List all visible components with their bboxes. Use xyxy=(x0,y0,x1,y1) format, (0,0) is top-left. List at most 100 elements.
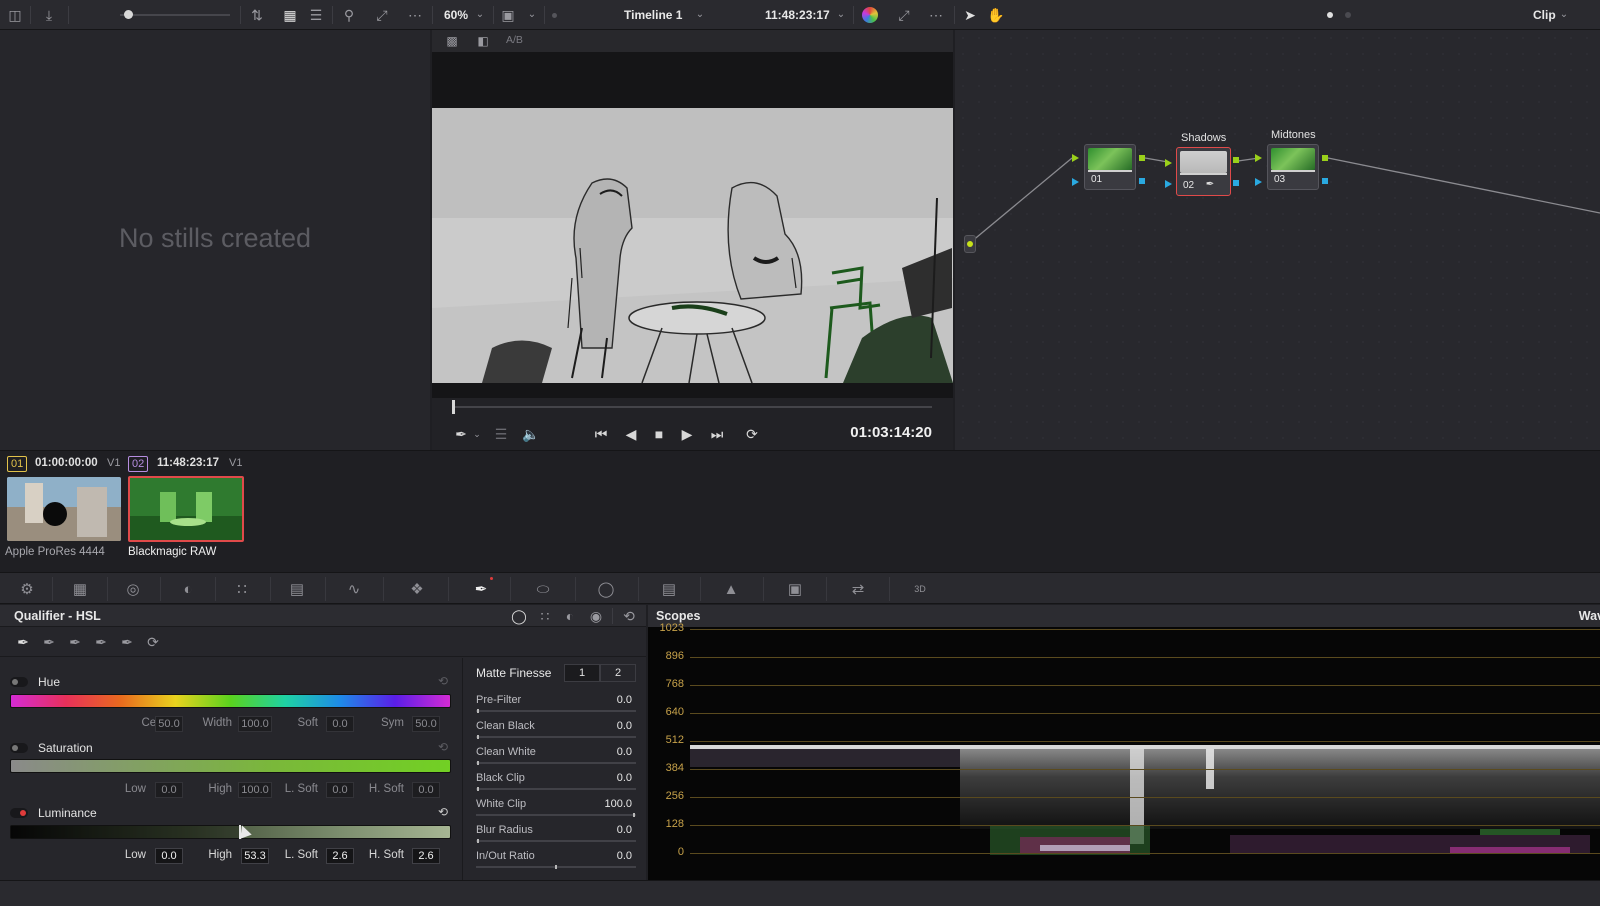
saturation-toggle[interactable] xyxy=(10,743,28,753)
rgb-mode-icon[interactable]: ∷ xyxy=(537,608,553,624)
node-key-output-port[interactable] xyxy=(1322,178,1328,184)
more-options-icon[interactable]: ⋯ xyxy=(926,7,946,23)
sat-lsoft-value[interactable]: 0.0 xyxy=(326,782,354,798)
mf-value[interactable]: 0.0 xyxy=(617,824,632,836)
node-output-port[interactable] xyxy=(1322,155,1328,161)
playhead[interactable] xyxy=(452,400,455,414)
node-key-output-port[interactable] xyxy=(1233,180,1239,186)
sort-icon[interactable]: ⇅ xyxy=(248,7,266,23)
stop-icon[interactable]: ■ xyxy=(650,425,668,443)
mf-slider[interactable] xyxy=(476,735,636,739)
invert-icon[interactable]: ⟳ xyxy=(144,633,162,651)
mf-slider[interactable] xyxy=(476,865,636,869)
node-source-input[interactable] xyxy=(964,235,976,253)
mf-slider[interactable] xyxy=(476,839,636,843)
hue-sym-value[interactable]: 50.0 xyxy=(412,716,440,732)
viewer-image[interactable] xyxy=(432,108,953,383)
key-icon[interactable]: ▣ xyxy=(780,579,810,599)
chevron-down-icon[interactable]: ⌄ xyxy=(835,8,847,22)
lum-high-value[interactable]: 53.3 xyxy=(241,848,269,864)
window-icon[interactable]: ⬭ xyxy=(528,579,558,599)
mf-slider[interactable] xyxy=(476,709,636,713)
lum-low-value[interactable]: 0.0 xyxy=(155,848,183,864)
matte-tab-1[interactable]: 1 xyxy=(564,664,600,682)
hand-icon[interactable]: ✋ xyxy=(987,7,1005,23)
node-output-port[interactable] xyxy=(1139,155,1145,161)
chevron-down-icon[interactable]: ⌄ xyxy=(474,8,486,22)
color-warper-icon[interactable]: ❖ xyxy=(402,579,432,599)
node-02[interactable]: 02 ✒ xyxy=(1176,147,1231,196)
3d-mode-icon[interactable]: ◉ xyxy=(588,608,604,624)
chevron-down-icon[interactable]: ⌄ xyxy=(694,8,706,22)
hue-width-value[interactable]: 100.0 xyxy=(238,716,272,732)
thumbnail-size-slider[interactable] xyxy=(120,14,230,16)
mf-slider[interactable] xyxy=(476,761,636,765)
lum-lsoft-value[interactable]: 2.6 xyxy=(326,848,354,864)
primaries-wheels-icon[interactable]: ◎ xyxy=(118,579,148,599)
eyedropper-icon[interactable]: ✒ xyxy=(452,425,470,443)
viewer-scrubber[interactable] xyxy=(454,406,932,408)
mf-value[interactable]: 0.0 xyxy=(617,720,632,732)
play-icon[interactable]: ▶ xyxy=(678,425,696,443)
qualifier-tab-icon[interactable]: ✒ xyxy=(466,579,496,599)
viewer-mode-icon[interactable]: ▣ xyxy=(498,8,518,22)
mf-slider[interactable] xyxy=(476,787,636,791)
fullscreen-icon[interactable]: ⤢ xyxy=(895,7,913,23)
more-options-icon[interactable]: ⋯ xyxy=(405,7,425,23)
play-reverse-icon[interactable]: ◀ xyxy=(622,425,640,443)
chevron-down-icon[interactable]: ⌄ xyxy=(1558,8,1570,22)
ab-compare[interactable]: A/B xyxy=(506,34,523,46)
split-screen-icon[interactable]: ◧ xyxy=(475,34,491,48)
page-dot[interactable] xyxy=(1345,12,1351,18)
3d-icon[interactable]: 3D xyxy=(905,579,935,599)
color-wheel-icon[interactable] xyxy=(862,7,878,23)
layers-icon[interactable]: ☰ xyxy=(492,425,510,443)
reset-icon[interactable]: ⟲ xyxy=(436,674,450,688)
motion-effects-icon[interactable]: ▤ xyxy=(282,579,312,599)
node-mode-label[interactable]: Clip xyxy=(1533,8,1556,22)
clip-thumbnail-selected[interactable] xyxy=(128,476,244,542)
highlight-icon[interactable]: ▩ xyxy=(444,34,460,48)
list-view-icon[interactable]: ☰ xyxy=(307,7,325,23)
mf-value[interactable]: 0.0 xyxy=(617,694,632,706)
pointer-icon[interactable]: ➤ xyxy=(962,7,978,23)
rgb-mixer-icon[interactable]: ∷ xyxy=(227,579,257,599)
volume-icon[interactable]: 🔈 xyxy=(522,425,540,443)
luminance-range-bar[interactable] xyxy=(10,825,451,839)
node-03[interactable]: 03 xyxy=(1267,144,1319,190)
go-to-end-icon[interactable]: ⏭ xyxy=(707,425,727,443)
sat-low-value[interactable]: 0.0 xyxy=(155,782,183,798)
import-icon[interactable]: ⤓ xyxy=(40,7,58,23)
saturation-range-bar[interactable] xyxy=(10,759,451,773)
blur-icon[interactable]: ▲ xyxy=(716,579,746,599)
chevron-down-icon[interactable]: ⌄ xyxy=(526,8,538,22)
hue-soft-value[interactable]: 0.0 xyxy=(326,716,354,732)
reset-icon[interactable]: ⟲ xyxy=(436,740,450,754)
node-01[interactable]: 01 xyxy=(1084,144,1136,190)
lum-hsoft-value[interactable]: 2.6 xyxy=(412,848,440,864)
hdr-wheels-icon[interactable]: ◐ xyxy=(173,579,203,599)
sizing-icon[interactable]: ⇄ xyxy=(843,579,873,599)
clip-thumbnail[interactable] xyxy=(7,477,121,541)
matte-tab-2[interactable]: 2 xyxy=(600,664,636,682)
loop-icon[interactable]: ⟳ xyxy=(741,425,763,443)
page-dot-active[interactable] xyxy=(1327,12,1333,18)
toggle-panel-icon[interactable]: ◫ xyxy=(6,7,24,23)
sat-hsoft-value[interactable]: 0.0 xyxy=(412,782,440,798)
picker-minus-icon[interactable]: ✒ xyxy=(40,633,58,651)
mf-value[interactable]: 0.0 xyxy=(617,746,632,758)
go-to-start-icon[interactable]: ⏮ xyxy=(591,425,611,443)
reset-icon[interactable]: ⟲ xyxy=(436,805,450,819)
scope-mode-select[interactable]: Wav xyxy=(1579,609,1600,623)
hue-center-value[interactable]: 50.0 xyxy=(155,716,183,732)
curves-icon[interactable]: ∿ xyxy=(339,579,369,599)
feather-plus-icon[interactable]: ✒ xyxy=(118,633,136,651)
color-match-icon[interactable]: ▦ xyxy=(65,579,95,599)
camera-raw-icon[interactable]: ⚙ xyxy=(12,579,42,599)
chevron-down-icon[interactable]: ⌄ xyxy=(472,427,482,441)
zoom-level[interactable]: 60% xyxy=(444,8,468,22)
search-icon[interactable]: ⚲ xyxy=(340,7,358,23)
picker-icon[interactable]: ✒ xyxy=(13,633,33,651)
sat-high-value[interactable]: 100.0 xyxy=(238,782,272,798)
mf-slider[interactable] xyxy=(476,813,636,817)
